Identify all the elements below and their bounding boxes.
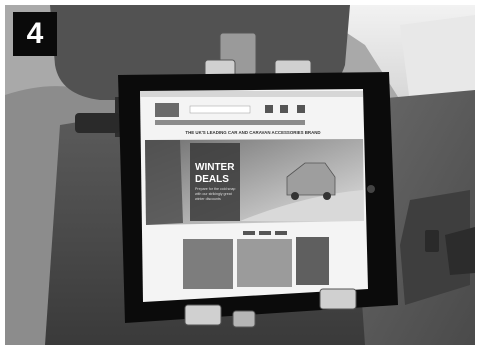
site-icon-1 — [265, 105, 273, 113]
clamp-bottom-center — [232, 310, 256, 328]
hero-text-line1: Prepare for the cold snap — [195, 187, 235, 191]
site-icon-3 — [297, 105, 305, 113]
car-headrest-photo: THE UK'S LEADING CAR AND CARAVAN ACCESSO… — [5, 5, 475, 345]
tablet-home-button — [367, 185, 375, 193]
hero-text-line3: winter discounts — [195, 197, 221, 201]
hero-title-line1: WINTER — [195, 162, 235, 173]
step-number-badge: 4 — [13, 12, 57, 56]
clamp-bottom-left — [184, 304, 222, 326]
tablet-screen: THE UK'S LEADING CAR AND CARAVAN ACCESSO… — [140, 89, 368, 302]
hero-text-line2: with our strikingly great — [195, 192, 232, 196]
hero-suv-wheel-front — [291, 192, 299, 200]
product-thumb-2 — [237, 239, 292, 287]
product-instruction-figure: THE UK'S LEADING CAR AND CARAVAN ACCESSO… — [0, 0, 480, 350]
door-switch — [425, 230, 439, 252]
category-pill-1 — [243, 231, 255, 235]
side-strap-bracket — [75, 113, 120, 133]
site-logo — [155, 103, 179, 117]
clamp-bottom-right — [319, 288, 357, 310]
hero-suv-wheel-rear — [323, 192, 331, 200]
hero-title-line2: DEALS — [195, 174, 229, 185]
site-headline: THE UK'S LEADING CAR AND CARAVAN ACCESSO… — [185, 130, 320, 135]
site-icon-2 — [280, 105, 288, 113]
site-search-box — [189, 105, 251, 114]
category-pill-2 — [259, 231, 271, 235]
site-nav-bar — [155, 120, 305, 125]
door-handle — [445, 227, 475, 275]
product-thumb-3 — [296, 237, 329, 285]
photo-illustration: THE UK'S LEADING CAR AND CARAVAN ACCESSO… — [5, 5, 475, 345]
category-pill-3 — [275, 231, 287, 235]
browser-address-bar — [140, 91, 363, 97]
hero-trees — [145, 140, 183, 225]
product-thumb-1 — [183, 239, 233, 289]
